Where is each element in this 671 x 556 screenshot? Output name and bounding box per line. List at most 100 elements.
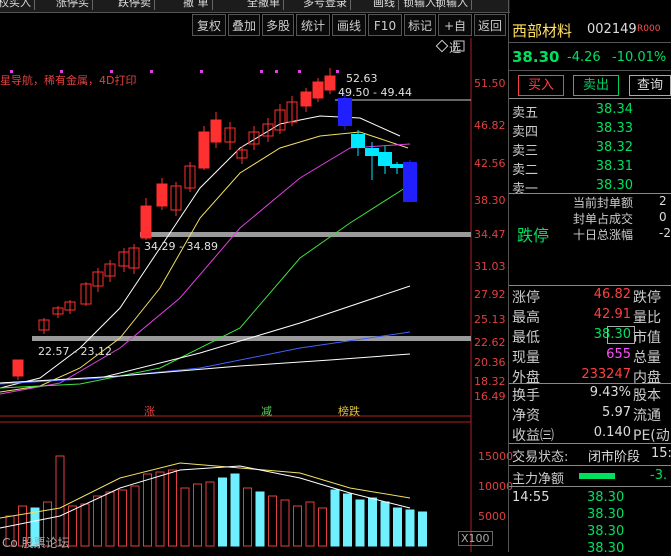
marker-up[interactable]: 涨	[144, 403, 155, 419]
volume-bar	[343, 493, 352, 547]
marker-rank[interactable]: 榜跌	[338, 403, 360, 419]
diamond-icon	[435, 39, 449, 53]
last-price: 38.30	[512, 48, 560, 66]
level-price: 38.32	[595, 140, 633, 155]
stat-key-2: 股本	[633, 388, 661, 404]
volume-bar	[143, 473, 152, 547]
signal-dot	[200, 70, 203, 73]
volume-bar	[368, 497, 377, 547]
limit-row-label: 十日总涨幅	[573, 228, 634, 242]
level-label: 卖三	[512, 144, 539, 159]
limit-row-value: 0	[659, 210, 667, 224]
flow-value: -3.	[650, 468, 668, 483]
sell-level[interactable]: 卖二 38.31	[509, 159, 671, 179]
volume-bar	[318, 507, 327, 547]
limit-row-label: 封单占成交	[573, 212, 634, 226]
level-price: 38.34	[595, 102, 633, 117]
top-btn-5[interactable]: 多号登录	[300, 0, 351, 10]
limit-row-label: 当前封单额	[573, 196, 634, 210]
stat-value: 9.43%	[589, 385, 631, 400]
candle	[300, 91, 312, 107]
query-button[interactable]: 查询	[629, 75, 671, 96]
tick-price: 38.30	[587, 541, 625, 556]
stat-key-2: 市值	[633, 330, 661, 346]
ma-line	[0, 187, 406, 389]
candle	[403, 162, 417, 202]
price-tick: 27.92	[474, 288, 506, 301]
tick-price: 38.30	[587, 524, 625, 539]
top-btn-2[interactable]: 跌停卖	[115, 0, 155, 10]
quote-panel: 西部材料 002149 R000 38.30 -4.26 -10.01% 买入 …	[508, 0, 671, 556]
price-tick: 42.56	[474, 157, 506, 170]
candle	[198, 131, 210, 169]
sell-level[interactable]: 卖五 38.34	[509, 102, 671, 122]
price-tick: 31.03	[474, 260, 506, 273]
stat-key-2: 量比	[633, 310, 661, 326]
toolbar-btn-7[interactable]: +自选	[438, 14, 472, 55]
toolbar-btn-8[interactable]: 返回	[474, 14, 506, 36]
range-note-top: 49.50 - 49.44	[338, 86, 412, 99]
toolbar-btn-3[interactable]: 统计	[296, 14, 330, 36]
candle	[140, 205, 152, 239]
stat-key: 最低	[512, 330, 540, 346]
marker-reduce[interactable]: 减	[261, 403, 272, 419]
top-btn-0[interactable]: 权买入	[0, 0, 35, 10]
top-btn-4[interactable]: 全撤单	[244, 0, 284, 10]
candle	[390, 164, 404, 168]
limit-status: 跌停	[517, 226, 550, 245]
level-price: 38.31	[595, 159, 633, 174]
kline-svg	[0, 38, 472, 552]
toolbar-btn-2[interactable]: 多股	[262, 14, 294, 36]
stat-key-2: PE(动)	[633, 428, 671, 444]
signal-dot	[298, 70, 301, 73]
tick-time: 14:55	[512, 490, 550, 505]
flow-bar	[579, 473, 615, 479]
sell-level[interactable]: 卖三 38.32	[509, 140, 671, 160]
stat-value: 42.91	[593, 307, 631, 322]
volume-bar	[243, 487, 252, 547]
volume-bar	[130, 485, 140, 547]
kline-chart-area[interactable]: 星导航，稀有金属，4D打印 52.63 49.50 - 49.44 34.29 …	[0, 38, 513, 552]
stat-key: 换手	[512, 388, 540, 404]
buy-button[interactable]: 买入	[518, 75, 564, 96]
sell-button[interactable]: 卖出	[573, 75, 619, 96]
volume-bar	[380, 501, 390, 547]
level-label: 卖一	[512, 182, 539, 197]
high-note: 52.63	[346, 72, 378, 85]
candle	[351, 134, 365, 148]
resize-icon	[453, 40, 465, 52]
stat-key: 涨停	[512, 290, 540, 306]
tick-price: 38.30	[587, 507, 625, 522]
candle	[156, 183, 168, 207]
volume-bar	[218, 477, 227, 547]
top-btn-6[interactable]: 画线	[370, 0, 399, 10]
stat-key: 最高	[512, 310, 540, 326]
toolbar-btn-0[interactable]: 复权	[192, 14, 226, 36]
top-trade-bar: 权买入 涨停买 跌停卖撤 单全撤单 多号登录 画线 锁输入 锁输入	[0, 0, 510, 13]
volume-bar	[355, 499, 365, 547]
volume-bar	[155, 471, 165, 547]
volume-bar	[305, 501, 315, 547]
stock-name: 西部材料	[512, 22, 573, 40]
toolbar-btn-1[interactable]: 叠加	[228, 14, 260, 36]
stat-value: 46.82	[593, 287, 631, 302]
range-note-mid: 34.29 - 34.89	[144, 240, 218, 253]
concept-note: 星导航，稀有金属，4D打印	[0, 74, 137, 87]
top-btn-3[interactable]: 撤 单	[180, 0, 213, 10]
toolbar-btn-4[interactable]: 画线	[332, 14, 366, 36]
signal-dot	[260, 70, 263, 73]
volume-bar	[168, 469, 177, 547]
level-price: 38.30	[595, 178, 633, 193]
volume-bar	[393, 507, 402, 547]
toolbar-btn-5[interactable]: F10	[368, 14, 402, 36]
ma-line	[0, 353, 411, 384]
level-label: 卖四	[512, 125, 539, 140]
r-badge: R000	[637, 24, 661, 34]
top-btn-1[interactable]: 涨停买	[53, 0, 93, 10]
watermark: Co 股票论坛	[2, 536, 70, 550]
toolbar-btn-6[interactable]: 标记	[404, 14, 436, 36]
stat-key-2: 流通	[633, 408, 661, 424]
sell-level[interactable]: 卖四 38.33	[509, 121, 671, 141]
top-btn-8[interactable]: 锁输入	[432, 0, 472, 10]
support-line	[32, 336, 471, 341]
